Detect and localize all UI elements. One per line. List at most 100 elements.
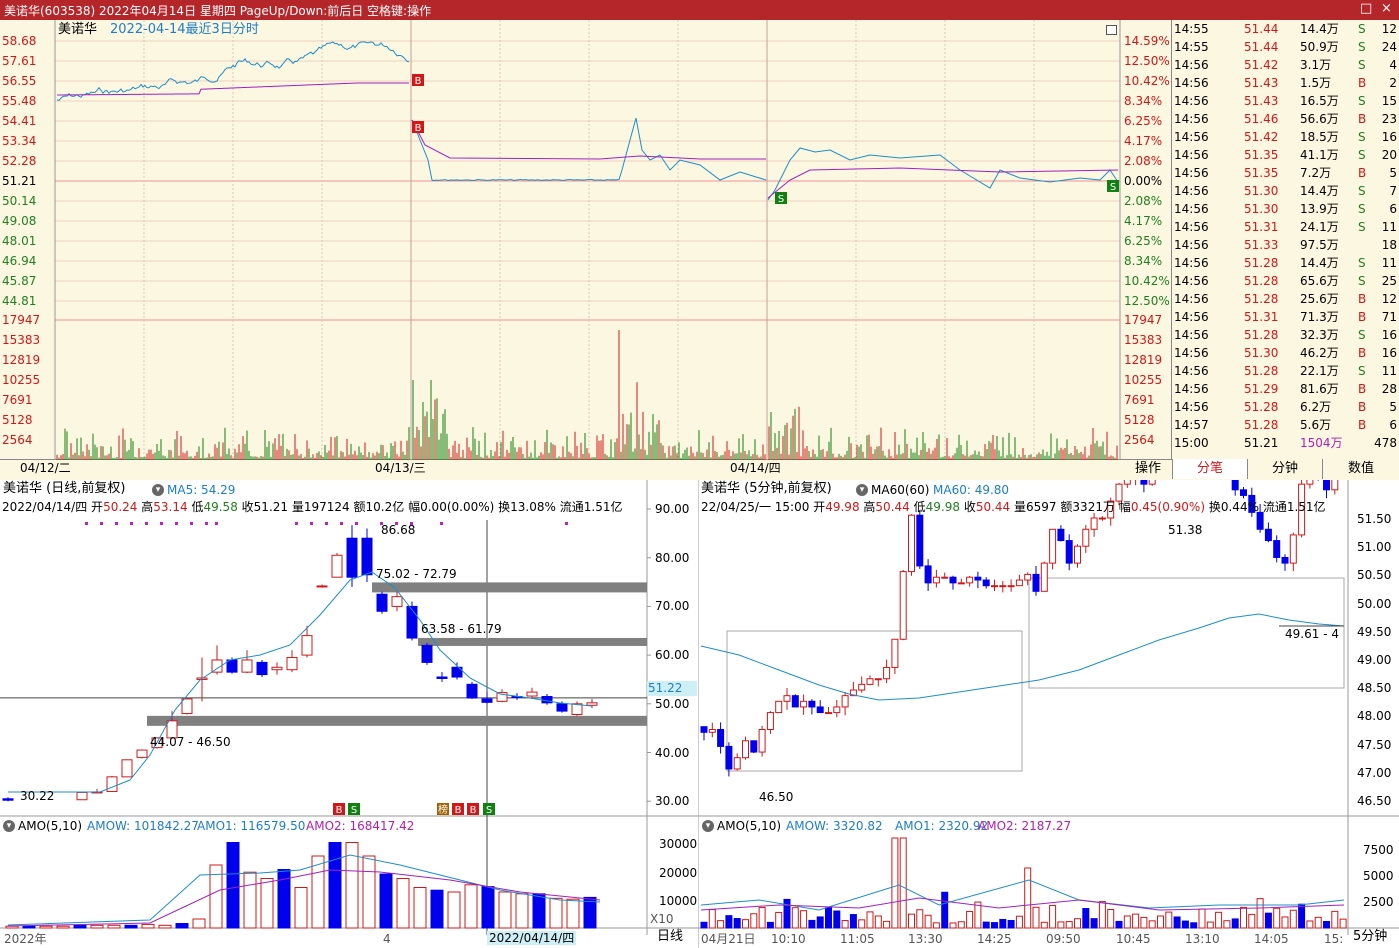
tab-5min[interactable]: 5分钟 [1353, 930, 1387, 944]
m5-title: 美诺华 (5分钟,前复权) [701, 481, 832, 496]
pct-label: 0.00% [1124, 174, 1163, 188]
tick-time: 14:56 [1174, 256, 1209, 270]
m5-dropdown-icon[interactable]: ▾ [856, 484, 868, 496]
candle-body [376, 593, 388, 612]
tick-vol: 5.6万 [1300, 418, 1332, 432]
m5-amo-bar [999, 918, 1007, 929]
daily-y-label: 70.00 [655, 599, 690, 614]
tick-n: 11 [1381, 256, 1397, 270]
m5-amow: AMOW: 3320.82 [786, 819, 883, 833]
m5-body [1024, 573, 1032, 581]
m5-body [1281, 556, 1289, 564]
m5-amo-y2: 2500 [1363, 895, 1394, 909]
m5-body [1289, 534, 1297, 564]
tick-row: 14:56 51.28 22.1万 S 11 [1174, 362, 1399, 380]
m5-body [708, 729, 716, 733]
m5-amo-bar [899, 837, 907, 929]
tick-price: 51.44 [1244, 22, 1279, 36]
m5-body [974, 576, 982, 581]
candle-body [586, 702, 598, 706]
kline-marker: S [351, 805, 357, 816]
m5-amo-y1: 5000 [1363, 869, 1394, 883]
daily-amo-dropdown-icon[interactable]: ▾ [3, 820, 15, 832]
intraday-period: 2022-04-14最近3日分时 [110, 22, 259, 37]
m5-body [1015, 579, 1023, 587]
m5-body [966, 576, 974, 584]
signal-dot [130, 522, 133, 525]
intraday-toggle-icon[interactable] [1106, 25, 1117, 35]
tick-price: 51.44 [1244, 40, 1279, 54]
m5-amo-bar [733, 918, 741, 929]
tick-vol: 65.6万 [1300, 274, 1339, 288]
m5-amo-bar [1223, 920, 1231, 929]
date-label-0412: 04/12/二 [20, 461, 71, 475]
m5-body [1082, 528, 1090, 547]
tick-row: 14:56 51.28 14.4万 S 11 [1174, 254, 1399, 272]
kline-marker: B [336, 805, 343, 816]
tab-daily[interactable]: 日线 [657, 930, 683, 944]
m5-ma-value: MA60: 49.80 [933, 483, 1010, 497]
amo-bar [413, 887, 427, 929]
tick-n: 12 [1381, 22, 1397, 36]
daily-kline-chart[interactable]: BS榜BBS [0, 480, 699, 948]
m5-kline-chart[interactable] [699, 480, 1399, 948]
signal-dot [355, 522, 358, 525]
tick-n: 11 [1381, 364, 1397, 378]
tick-time: 14:56 [1174, 130, 1209, 144]
candle-body [256, 661, 268, 676]
m5-annot-high: 51.38 [1168, 523, 1203, 537]
daily-amo-y2: 10000 [659, 894, 698, 908]
intraday-chart[interactable]: B B S S [0, 20, 1172, 480]
tick-row: 14:56 51.29 81.6万 B 28 [1174, 380, 1399, 398]
m5-body [1123, 480, 1131, 485]
signal-dot [100, 522, 103, 525]
m5-body [766, 712, 774, 731]
m5-body [800, 700, 808, 708]
m5-x-label: 14:05 [1254, 932, 1289, 946]
tick-price: 51.28 [1244, 328, 1279, 342]
tick-vol: 13.9万 [1300, 202, 1339, 216]
amo-bar [5, 925, 19, 929]
m5-amo-dropdown-icon[interactable]: ▾ [702, 820, 714, 832]
support-zone [147, 715, 647, 726]
tick-vol: 1.5万 [1300, 76, 1332, 90]
tick-price: 51.30 [1244, 184, 1279, 198]
amo-bar [532, 893, 546, 929]
daily-dropdown-icon[interactable]: ▾ [152, 484, 164, 496]
tab-ticks[interactable]: 分笔 [1172, 459, 1247, 479]
tick-row: 15:00 51.21 1504万 478 [1174, 434, 1399, 452]
close-button[interactable]: × [1381, 1, 1392, 16]
candle-body [136, 749, 148, 758]
m5-amo-bar [966, 910, 974, 929]
amo-bar [226, 842, 240, 929]
m5-body [908, 514, 915, 573]
candle-body [406, 605, 418, 639]
daily-y-label: 40.00 [655, 745, 690, 760]
tick-time: 14:56 [1174, 346, 1209, 360]
restore-button[interactable]: □ [1360, 1, 1372, 16]
pct-label: 10.42% [1124, 74, 1170, 88]
tick-time: 14:56 [1174, 400, 1209, 414]
m5-body [742, 740, 749, 759]
m5-body [775, 700, 783, 714]
tab-minute[interactable]: 分钟 [1247, 459, 1322, 479]
amo-bar [124, 924, 138, 929]
tab-values[interactable]: 数值 [1322, 459, 1399, 479]
m5-amo-bar [1115, 920, 1123, 929]
m5-body [999, 585, 1007, 588]
daily-amo-y1: 20000 [659, 866, 698, 880]
amo-bar [260, 878, 274, 929]
tab-operate[interactable]: 操作 [1124, 459, 1172, 479]
m5-y-label: 47.00 [1357, 765, 1392, 780]
m5-y-label: 51.50 [1357, 512, 1392, 526]
vol-label: 15383 [2, 333, 41, 347]
trade-marker: S [778, 194, 784, 205]
m5-body [1240, 489, 1247, 496]
m5-x-label: 14:25 [977, 932, 1012, 946]
tick-price: 51.28 [1244, 400, 1279, 414]
tick-row: 14:56 51.31 24.1万 S 11 [1174, 218, 1399, 236]
m5-body [891, 638, 899, 668]
signal-dot [325, 522, 328, 525]
amo-bar [90, 924, 104, 929]
candle-body [316, 585, 328, 588]
